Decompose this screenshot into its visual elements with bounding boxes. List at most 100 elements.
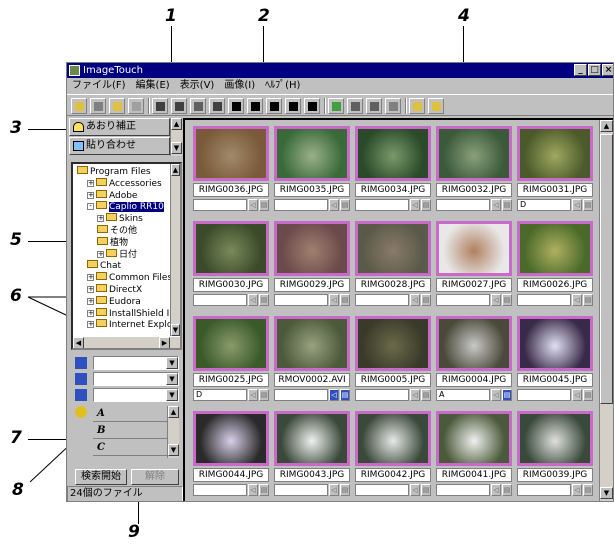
thumbnail-cell[interactable]: RIMG0034.JPG ◁ ▤ (353, 124, 434, 219)
tree-scroll-left[interactable]: ◀ (73, 337, 84, 348)
maximize-button[interactable]: □ (588, 64, 601, 76)
tree-scroll-right[interactable]: ▶ (159, 337, 170, 348)
keyword-scroll-down[interactable]: ▼ (168, 444, 179, 456)
thumbnail-cell[interactable]: RIMG0041.JPG ◁ ▤ (434, 409, 515, 501)
text-memo-icon[interactable]: ▤ (502, 294, 512, 306)
stack-button[interactable] (366, 98, 382, 114)
thumbnail-image[interactable] (193, 316, 269, 371)
sound-icon[interactable]: ◁ (248, 389, 258, 401)
search-field-2[interactable]: ▼ (93, 372, 179, 386)
text-memo-icon[interactable]: ▤ (259, 484, 269, 496)
sound-icon[interactable]: ◁ (329, 199, 339, 211)
sound-icon[interactable]: ◁ (329, 484, 339, 496)
thumbnail-image[interactable] (274, 126, 350, 181)
thumbnail-cell[interactable]: RIMG0043.JPG ◁ ▤ (272, 409, 353, 501)
memo-field[interactable] (436, 484, 490, 496)
thumbnail-image[interactable] (436, 316, 512, 371)
text-memo-icon[interactable]: ▤ (421, 199, 431, 211)
sort-button[interactable] (171, 98, 187, 114)
edit-button[interactable] (328, 98, 344, 114)
thumbnail-image[interactable] (355, 221, 431, 276)
memo-field[interactable] (355, 199, 409, 211)
tree-node[interactable]: + InstallShield Ins (87, 307, 180, 319)
sound-icon[interactable]: ◁ (572, 484, 582, 496)
text-memo-icon[interactable]: ▤ (340, 199, 350, 211)
text-memo-icon[interactable]: ▤ (583, 389, 593, 401)
menu-help[interactable]: ﾍﾙﾌﾟ(H) (260, 78, 305, 94)
sound-icon[interactable]: ◁ (410, 389, 420, 401)
frame-button[interactable] (190, 98, 206, 114)
sound-icon[interactable]: ◁ (572, 389, 582, 401)
memo-field[interactable]: A (436, 389, 490, 401)
tree-node[interactable]: + DirectX (87, 284, 142, 295)
thumb-scroll-thumb[interactable] (600, 134, 613, 404)
sound-icon[interactable]: ◁ (491, 389, 501, 401)
keyword-scrollbar[interactable]: ▲ ▼ (167, 406, 179, 458)
thumbnail-cell[interactable]: RIMG0045.JPG ◁ ▤ (515, 314, 596, 409)
scroll-up-arrow[interactable]: ▲ (171, 118, 182, 130)
text-memo-icon[interactable]: ▤ (502, 484, 512, 496)
text-memo-icon[interactable]: ▤ (259, 389, 269, 401)
memo-field[interactable] (193, 199, 247, 211)
expand-icon[interactable]: + (87, 274, 94, 282)
sound-icon[interactable]: ◁ (410, 294, 420, 306)
thumbnail-scrollbar[interactable]: ▲ ▼ (599, 120, 613, 501)
thumbnail-cell[interactable]: RIMG0030.JPG ◁ ▤ (191, 219, 272, 314)
keyword-a[interactable]: A (93, 406, 167, 422)
expand-icon[interactable]: + (87, 179, 94, 187)
memo-field[interactable] (274, 294, 328, 306)
keyword-scroll-up[interactable]: ▲ (168, 406, 179, 418)
sound-icon[interactable]: ◁ (329, 294, 339, 306)
tree-node[interactable]: - Caplio RR10 (87, 201, 164, 213)
tree-node[interactable]: Program Files (77, 166, 151, 177)
tree-node[interactable]: 植物 (97, 236, 128, 248)
thumbnail-cell[interactable]: RIMG0028.JPG ◁ ▤ (353, 219, 434, 314)
thumbnail-cell[interactable]: RIMG0025.JPG D ◁ ▤ (191, 314, 272, 409)
thumbnail-image[interactable] (193, 126, 269, 181)
thumbnail-cell[interactable]: RIMG0004.JPG A ◁ ▤ (434, 314, 515, 409)
tree-node[interactable]: + Common Files (87, 272, 172, 283)
text-memo-icon[interactable]: ▤ (340, 294, 350, 306)
thumbnail-image[interactable] (436, 126, 512, 181)
sound-icon[interactable]: ◁ (410, 484, 420, 496)
thumbnail-cell[interactable]: RIMG0036.JPG ◁ ▤ (191, 124, 272, 219)
thumbnail-cell[interactable]: RMOV0002.AVI ◁ ▤ (272, 314, 353, 409)
thumb-scroll-up[interactable]: ▲ (600, 120, 613, 132)
tree-node[interactable]: + Skins (97, 213, 143, 224)
thumbnail-cell[interactable]: RIMG0029.JPG ◁ ▤ (272, 219, 353, 314)
thumbnail-cell[interactable]: RIMG0035.JPG ◁ ▤ (272, 124, 353, 219)
thumbnail-cell[interactable]: RIMG0027.JPG ◁ ▤ (434, 219, 515, 314)
minimize-button[interactable]: _ (574, 64, 587, 76)
filter-button[interactable] (152, 98, 168, 114)
search-clear-button[interactable]: 解除 (131, 469, 179, 485)
sound-icon[interactable]: ◁ (572, 294, 582, 306)
tree-node[interactable]: + Adobe (87, 189, 137, 201)
search-field-3[interactable]: ▼ (93, 388, 179, 402)
memo-field[interactable] (436, 294, 490, 306)
thumbnail-image[interactable] (193, 411, 269, 466)
thumbnail-image[interactable] (355, 126, 431, 181)
sound-icon[interactable]: ◁ (248, 294, 258, 306)
expand-icon[interactable]: + (87, 286, 94, 293)
menu-image[interactable]: 画像(I) (219, 78, 260, 94)
tools-scrollbar[interactable]: ▲ ▼ (170, 118, 182, 156)
expand-icon[interactable]: + (97, 215, 104, 223)
open-button[interactable] (71, 98, 87, 114)
text-memo-icon[interactable]: ▤ (583, 484, 593, 496)
menu-edit[interactable]: 編集(E) (131, 78, 175, 94)
text-memo-icon[interactable]: ▤ (340, 389, 350, 401)
memo-field[interactable] (517, 484, 571, 496)
search-field-1[interactable]: ▼ (93, 356, 179, 370)
tree-node[interactable]: + Accessories (87, 177, 162, 189)
keyword-c[interactable]: C (93, 440, 167, 456)
help-button[interactable] (409, 98, 425, 114)
context-help-button[interactable] (428, 98, 444, 114)
thumbnail-cell[interactable]: RIMG0032.JPG ◁ ▤ (434, 124, 515, 219)
text-memo-icon[interactable]: ▤ (583, 199, 593, 211)
square-button[interactable] (247, 98, 263, 114)
expand-icon[interactable]: + (87, 191, 94, 199)
stitch-button[interactable]: 貼り合わせ (69, 137, 170, 155)
tree-scroll-down[interactable]: ▼ (171, 324, 180, 336)
sound-icon[interactable]: ◁ (572, 199, 582, 211)
text-memo-icon[interactable]: ▤ (421, 389, 431, 401)
